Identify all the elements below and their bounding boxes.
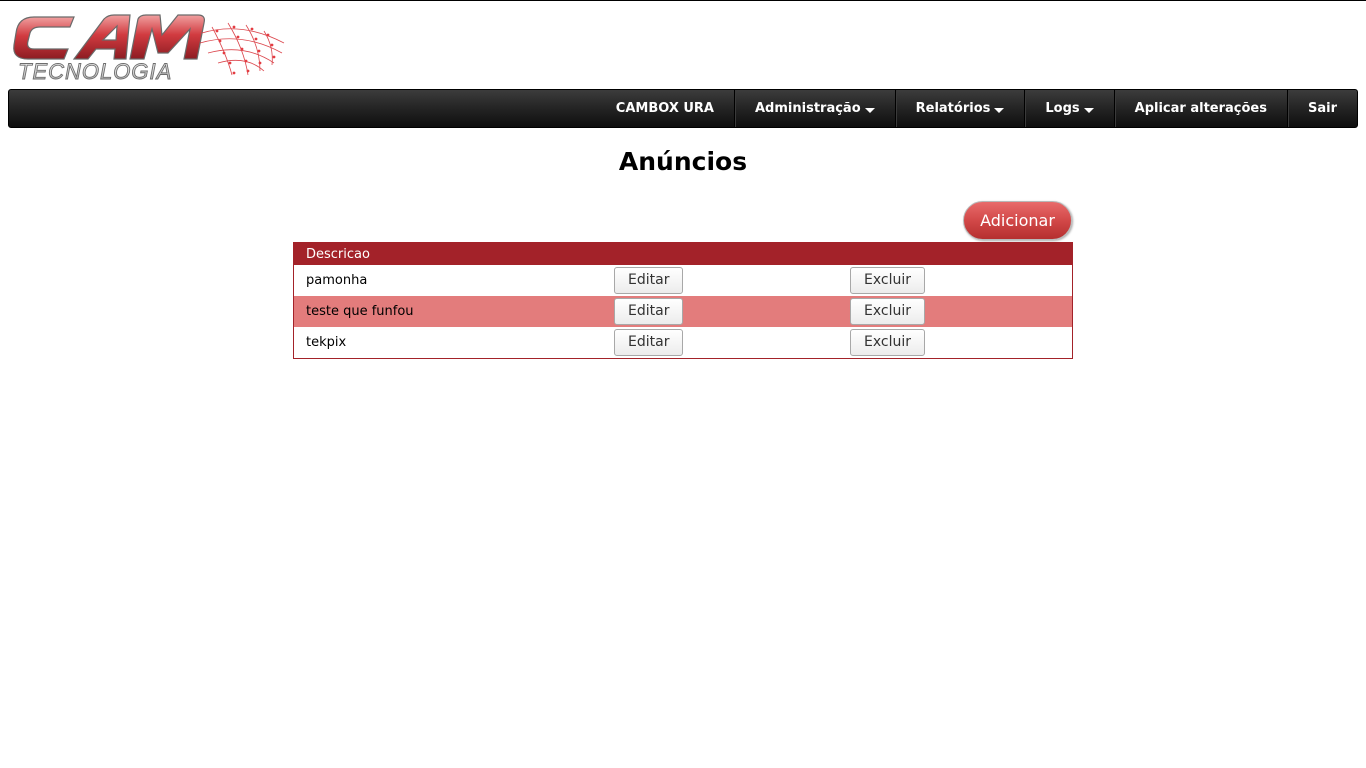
edit-button[interactable]: Editar	[614, 267, 684, 294]
edit-cell: Editar	[610, 327, 846, 359]
nav-relatorios[interactable]: Relatórios	[894, 90, 1025, 127]
nav-logs[interactable]: Logs	[1024, 90, 1113, 127]
nav-aplicar-alteracoes-label: Aplicar alterações	[1134, 101, 1267, 116]
edit-cell: Editar	[610, 296, 846, 327]
svg-text:TECNOLOGIA: TECNOLOGIA	[18, 59, 172, 83]
caret-down-icon	[994, 107, 1005, 113]
edit-button[interactable]: Editar	[614, 329, 684, 356]
row-description: pamonha	[306, 273, 368, 288]
table-header-row: Descricao	[293, 242, 1073, 265]
nav-cambox-ura[interactable]: CAMBOX URA	[596, 90, 734, 127]
nav-sair-label: Sair	[1307, 101, 1337, 116]
nav-aplicar-alteracoes[interactable]: Aplicar alterações	[1113, 90, 1287, 127]
row-description: teste que funfou	[293, 296, 610, 327]
nav-cambox-ura-label: CAMBOX URA	[615, 101, 714, 116]
caret-down-icon	[1083, 107, 1094, 113]
nav-relatorios-label: Relatórios	[915, 101, 991, 116]
delete-button[interactable]: Excluir	[850, 329, 925, 356]
edit-button[interactable]: Editar	[614, 298, 684, 325]
company-logo[interactable]: TECNOLOGIA	[12, 13, 287, 84]
column-header-descricao: Descricao	[293, 242, 1073, 265]
edit-cell: Editar	[610, 265, 846, 296]
main-navbar: CAMBOX URA Administração Relatórios Logs…	[8, 89, 1358, 128]
announcements-table: Descricao pamonha Editar Excluir teste q…	[293, 242, 1073, 359]
table-row: teste que funfou Editar Excluir	[293, 296, 1073, 327]
delete-cell: Excluir	[846, 327, 1073, 359]
delete-button[interactable]: Excluir	[850, 267, 925, 294]
nav-sair[interactable]: Sair	[1286, 90, 1357, 127]
delete-cell: Excluir	[846, 265, 1073, 296]
nav-logs-label: Logs	[1045, 101, 1080, 116]
row-description: tekpix	[306, 335, 347, 350]
delete-button[interactable]: Excluir	[850, 298, 925, 325]
table-row: tekpix Editar Excluir	[294, 327, 1073, 359]
page: TECNOLOGIA CAMBOX URA Administração Rela…	[0, 0, 1366, 768]
delete-cell: Excluir	[846, 296, 1073, 327]
cam-tecnologia-logo-icon: TECNOLOGIA	[13, 14, 285, 84]
table-row: pamonha Editar Excluir	[294, 265, 1073, 296]
nav-administracao-label: Administração	[755, 101, 861, 116]
nav-administracao[interactable]: Administração	[734, 90, 895, 127]
add-button[interactable]: Adicionar	[963, 201, 1072, 240]
caret-down-icon	[864, 107, 875, 113]
page-title: Anúncios	[618, 147, 748, 176]
